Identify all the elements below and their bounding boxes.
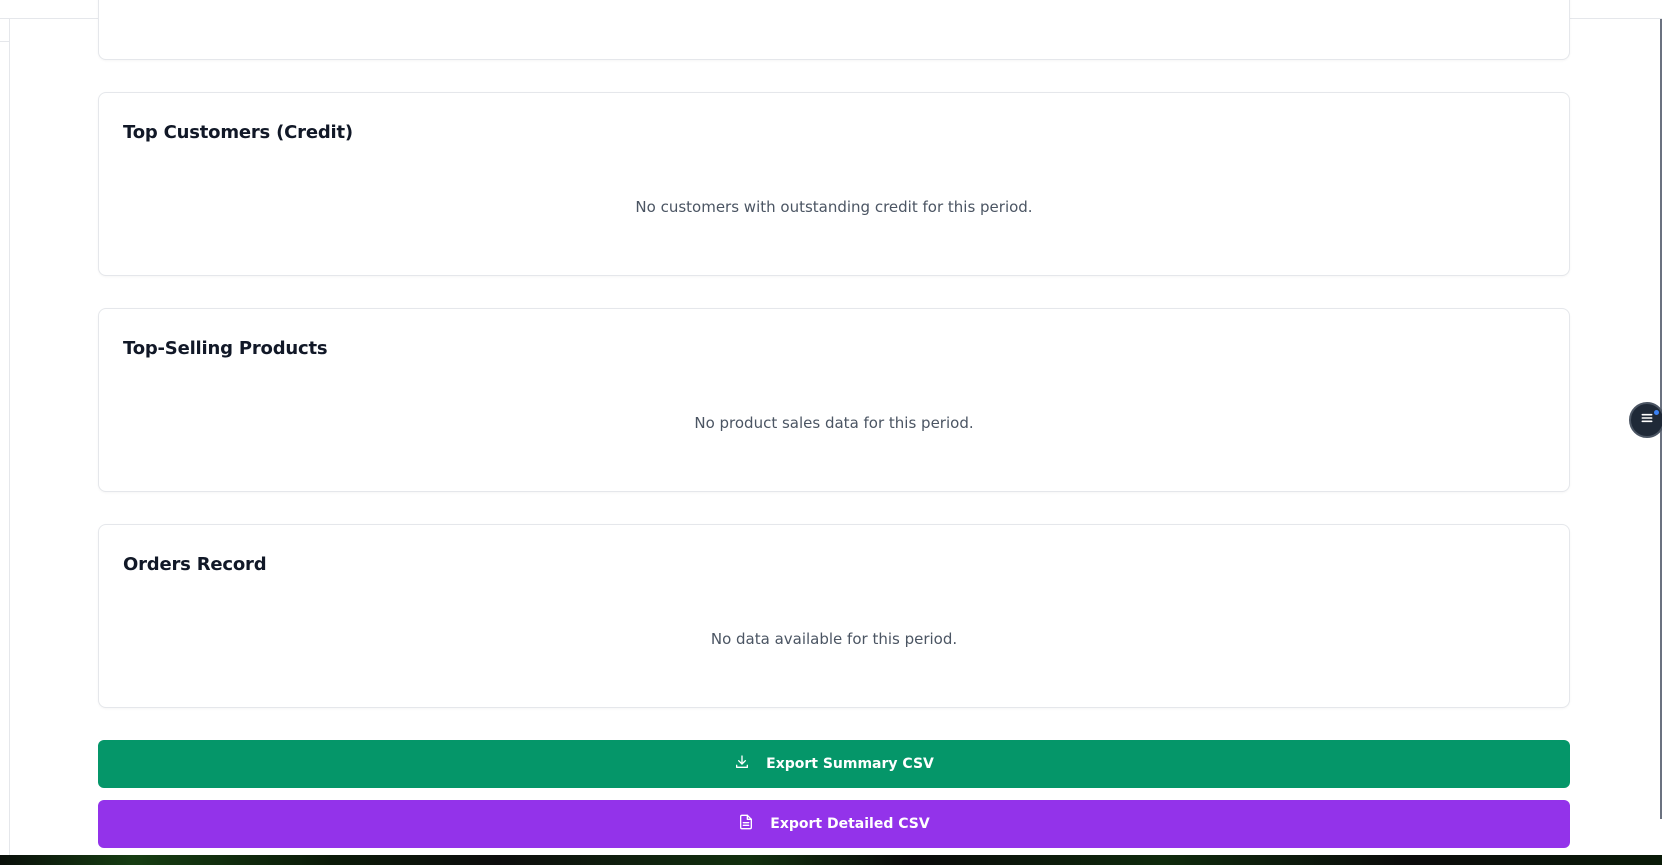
os-taskbar-edge — [0, 855, 1662, 865]
export-detailed-label: Export Detailed CSV — [770, 816, 930, 832]
menu-icon — [1639, 410, 1655, 431]
notification-dot — [1654, 410, 1659, 415]
orders-record-title: Orders Record — [123, 554, 267, 575]
export-detailed-button[interactable]: Export Detailed CSV — [98, 800, 1570, 848]
export-summary-label: Export Summary CSV — [766, 756, 934, 772]
report-page: Top Customers (Credit) No customers with… — [0, 0, 1662, 865]
file-text-icon — [738, 814, 754, 834]
top-customers-title: Top Customers (Credit) — [123, 122, 353, 143]
top-products-card: Top-Selling Products No product sales da… — [98, 308, 1570, 492]
top-products-empty-message: No product sales data for this period. — [694, 414, 974, 432]
rail-divider — [0, 41, 10, 42]
orders-record-empty-message: No data available for this period. — [710, 630, 958, 648]
previous-card — [98, 0, 1570, 60]
download-icon — [734, 754, 750, 774]
orders-record-card: Orders Record No data available for this… — [98, 524, 1570, 708]
left-rail — [0, 19, 10, 855]
top-customers-card: Top Customers (Credit) No customers with… — [98, 92, 1570, 276]
export-summary-button[interactable]: Export Summary CSV — [98, 740, 1570, 788]
floating-menu-button[interactable] — [1629, 402, 1662, 438]
top-customers-empty-message: No customers with outstanding credit for… — [635, 198, 1033, 216]
top-products-title: Top-Selling Products — [123, 338, 328, 359]
